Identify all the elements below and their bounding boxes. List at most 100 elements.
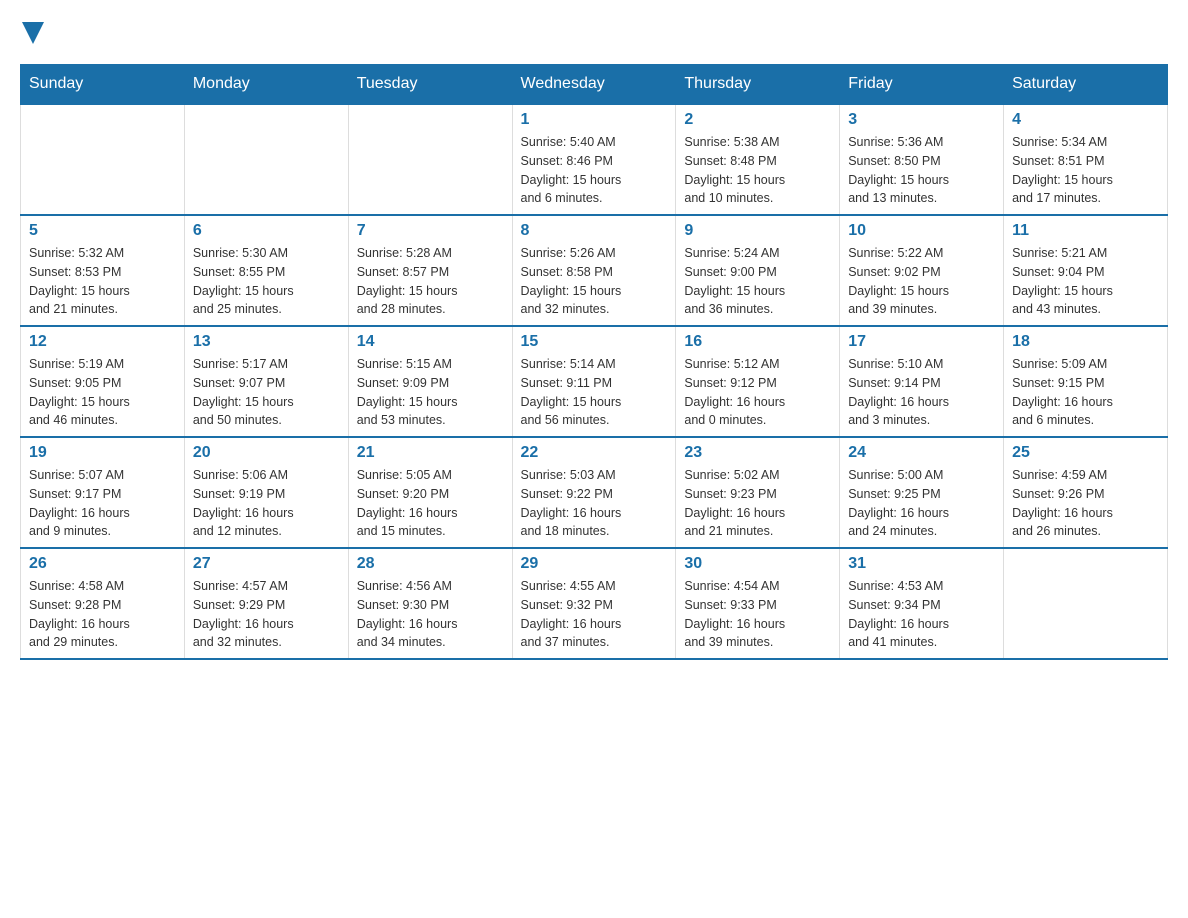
page-header	[20, 20, 1168, 44]
day-number: 9	[684, 222, 831, 240]
day-number: 14	[357, 333, 504, 351]
day-info: Sunrise: 4:56 AM Sunset: 9:30 PM Dayligh…	[357, 577, 504, 652]
day-info: Sunrise: 5:36 AM Sunset: 8:50 PM Dayligh…	[848, 133, 995, 208]
day-number: 28	[357, 555, 504, 573]
day-info: Sunrise: 5:00 AM Sunset: 9:25 PM Dayligh…	[848, 466, 995, 541]
calendar-day-cell: 23 Sunrise: 5:02 AM Sunset: 9:23 PM Dayli…	[676, 437, 840, 548]
day-number: 22	[521, 444, 668, 462]
calendar-day-cell: 11Sunrise: 5:21 AM Sunset: 9:04 PM Dayli…	[1004, 215, 1168, 326]
calendar-day-cell: 3 Sunrise: 5:36 AM Sunset: 8:50 PM Daylig…	[840, 104, 1004, 215]
day-info: Sunrise: 5:32 AM Sunset: 8:53 PM Dayligh…	[29, 244, 176, 319]
day-info: Sunrise: 5:30 AM Sunset: 8:55 PM Dayligh…	[193, 244, 340, 319]
day-number: 29	[521, 555, 668, 573]
weekday-header-tuesday: Tuesday	[348, 65, 512, 105]
day-number: 6	[193, 222, 340, 240]
calendar-day-cell	[1004, 548, 1168, 659]
calendar-day-cell: 9Sunrise: 5:24 AM Sunset: 9:00 PM Daylig…	[676, 215, 840, 326]
weekday-header-row: SundayMondayTuesdayWednesdayThursdayFrid…	[21, 65, 1168, 105]
calendar-day-cell: 12Sunrise: 5:19 AM Sunset: 9:05 PM Dayli…	[21, 326, 185, 437]
calendar-week-row: 26 Sunrise: 4:58 AM Sunset: 9:28 PM Dayli…	[21, 548, 1168, 659]
calendar-day-cell: 25Sunrise: 4:59 AM Sunset: 9:26 PM Dayli…	[1004, 437, 1168, 548]
day-number: 17	[848, 333, 995, 351]
day-number: 1	[521, 111, 668, 129]
day-number: 20	[193, 444, 340, 462]
day-number: 4	[1012, 111, 1159, 129]
day-info: Sunrise: 4:54 AM Sunset: 9:33 PM Dayligh…	[684, 577, 831, 652]
day-info: Sunrise: 5:22 AM Sunset: 9:02 PM Dayligh…	[848, 244, 995, 319]
day-info: Sunrise: 5:06 AM Sunset: 9:19 PM Dayligh…	[193, 466, 340, 541]
calendar-day-cell: 22 Sunrise: 5:03 AM Sunset: 9:22 PM Dayli…	[512, 437, 676, 548]
logo	[20, 20, 44, 44]
calendar-day-cell: 24 Sunrise: 5:00 AM Sunset: 9:25 PM Dayli…	[840, 437, 1004, 548]
day-number: 27	[193, 555, 340, 573]
day-info: Sunrise: 5:07 AM Sunset: 9:17 PM Dayligh…	[29, 466, 176, 541]
calendar-day-cell: 4 Sunrise: 5:34 AM Sunset: 8:51 PM Daylig…	[1004, 104, 1168, 215]
day-info: Sunrise: 5:14 AM Sunset: 9:11 PM Dayligh…	[521, 355, 668, 430]
calendar-day-cell: 10 Sunrise: 5:22 AM Sunset: 9:02 PM Dayli…	[840, 215, 1004, 326]
day-info: Sunrise: 5:26 AM Sunset: 8:58 PM Dayligh…	[521, 244, 668, 319]
day-info: Sunrise: 4:53 AM Sunset: 9:34 PM Dayligh…	[848, 577, 995, 652]
calendar-week-row: 5 Sunrise: 5:32 AM Sunset: 8:53 PM Daylig…	[21, 215, 1168, 326]
day-number: 31	[848, 555, 995, 573]
calendar-day-cell: 5 Sunrise: 5:32 AM Sunset: 8:53 PM Daylig…	[21, 215, 185, 326]
day-number: 15	[521, 333, 668, 351]
day-info: Sunrise: 5:15 AM Sunset: 9:09 PM Dayligh…	[357, 355, 504, 430]
day-info: Sunrise: 4:58 AM Sunset: 9:28 PM Dayligh…	[29, 577, 176, 652]
calendar-day-cell: 13Sunrise: 5:17 AM Sunset: 9:07 PM Dayli…	[184, 326, 348, 437]
calendar-day-cell: 2 Sunrise: 5:38 AM Sunset: 8:48 PM Daylig…	[676, 104, 840, 215]
logo-triangle-icon	[22, 22, 44, 44]
day-number: 5	[29, 222, 176, 240]
day-number: 19	[29, 444, 176, 462]
calendar-day-cell	[348, 104, 512, 215]
weekday-header-thursday: Thursday	[676, 65, 840, 105]
calendar-day-cell: 19 Sunrise: 5:07 AM Sunset: 9:17 PM Dayli…	[21, 437, 185, 548]
day-number: 21	[357, 444, 504, 462]
day-info: Sunrise: 5:34 AM Sunset: 8:51 PM Dayligh…	[1012, 133, 1159, 208]
day-number: 24	[848, 444, 995, 462]
day-info: Sunrise: 5:21 AM Sunset: 9:04 PM Dayligh…	[1012, 244, 1159, 319]
day-info: Sunrise: 5:03 AM Sunset: 9:22 PM Dayligh…	[521, 466, 668, 541]
calendar-day-cell: 1Sunrise: 5:40 AM Sunset: 8:46 PM Daylig…	[512, 104, 676, 215]
day-info: Sunrise: 5:02 AM Sunset: 9:23 PM Dayligh…	[684, 466, 831, 541]
calendar-day-cell: 17 Sunrise: 5:10 AM Sunset: 9:14 PM Dayli…	[840, 326, 1004, 437]
day-number: 16	[684, 333, 831, 351]
calendar-day-cell: 7Sunrise: 5:28 AM Sunset: 8:57 PM Daylig…	[348, 215, 512, 326]
calendar-day-cell: 18 Sunrise: 5:09 AM Sunset: 9:15 PM Dayli…	[1004, 326, 1168, 437]
calendar-day-cell: 30 Sunrise: 4:54 AM Sunset: 9:33 PM Dayli…	[676, 548, 840, 659]
weekday-header-saturday: Saturday	[1004, 65, 1168, 105]
day-number: 12	[29, 333, 176, 351]
calendar-day-cell: 16Sunrise: 5:12 AM Sunset: 9:12 PM Dayli…	[676, 326, 840, 437]
day-info: Sunrise: 5:38 AM Sunset: 8:48 PM Dayligh…	[684, 133, 831, 208]
calendar-day-cell: 8 Sunrise: 5:26 AM Sunset: 8:58 PM Daylig…	[512, 215, 676, 326]
calendar-day-cell: 31 Sunrise: 4:53 AM Sunset: 9:34 PM Dayli…	[840, 548, 1004, 659]
calendar-table: SundayMondayTuesdayWednesdayThursdayFrid…	[20, 64, 1168, 660]
day-number: 23	[684, 444, 831, 462]
day-info: Sunrise: 5:17 AM Sunset: 9:07 PM Dayligh…	[193, 355, 340, 430]
day-info: Sunrise: 5:09 AM Sunset: 9:15 PM Dayligh…	[1012, 355, 1159, 430]
calendar-day-cell	[21, 104, 185, 215]
day-number: 10	[848, 222, 995, 240]
day-number: 3	[848, 111, 995, 129]
weekday-header-monday: Monday	[184, 65, 348, 105]
calendar-day-cell: 29Sunrise: 4:55 AM Sunset: 9:32 PM Dayli…	[512, 548, 676, 659]
day-info: Sunrise: 5:10 AM Sunset: 9:14 PM Dayligh…	[848, 355, 995, 430]
calendar-week-row: 12Sunrise: 5:19 AM Sunset: 9:05 PM Dayli…	[21, 326, 1168, 437]
day-number: 26	[29, 555, 176, 573]
weekday-header-friday: Friday	[840, 65, 1004, 105]
day-number: 18	[1012, 333, 1159, 351]
day-number: 25	[1012, 444, 1159, 462]
calendar-day-cell: 14 Sunrise: 5:15 AM Sunset: 9:09 PM Dayli…	[348, 326, 512, 437]
day-info: Sunrise: 4:57 AM Sunset: 9:29 PM Dayligh…	[193, 577, 340, 652]
day-info: Sunrise: 5:28 AM Sunset: 8:57 PM Dayligh…	[357, 244, 504, 319]
calendar-day-cell: 15 Sunrise: 5:14 AM Sunset: 9:11 PM Dayli…	[512, 326, 676, 437]
calendar-day-cell: 27 Sunrise: 4:57 AM Sunset: 9:29 PM Dayli…	[184, 548, 348, 659]
calendar-day-cell	[184, 104, 348, 215]
calendar-day-cell: 21Sunrise: 5:05 AM Sunset: 9:20 PM Dayli…	[348, 437, 512, 548]
day-number: 30	[684, 555, 831, 573]
day-number: 8	[521, 222, 668, 240]
weekday-header-wednesday: Wednesday	[512, 65, 676, 105]
weekday-header-sunday: Sunday	[21, 65, 185, 105]
calendar-day-cell: 26 Sunrise: 4:58 AM Sunset: 9:28 PM Dayli…	[21, 548, 185, 659]
calendar-day-cell: 28 Sunrise: 4:56 AM Sunset: 9:30 PM Dayli…	[348, 548, 512, 659]
day-number: 2	[684, 111, 831, 129]
